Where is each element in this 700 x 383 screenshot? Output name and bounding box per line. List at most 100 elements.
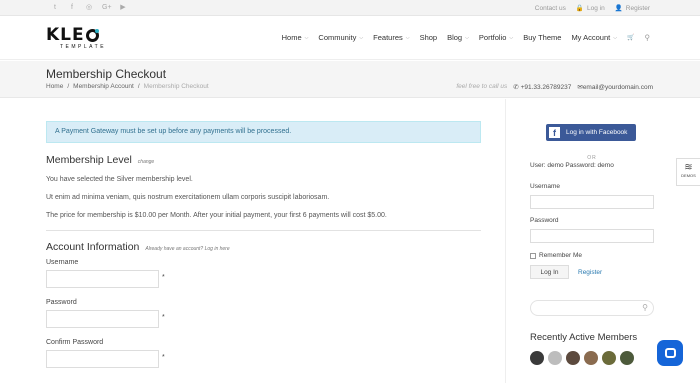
layers-icon: ≋ — [684, 162, 693, 173]
nav-item-buy-theme[interactable]: Buy Theme — [523, 33, 561, 42]
username-input[interactable] — [46, 270, 159, 288]
chat-icon — [664, 348, 676, 358]
logo-subtext: TEMPLATE — [60, 44, 107, 50]
member-avatar[interactable] — [602, 351, 616, 365]
sidebar-username-input[interactable] — [530, 195, 654, 209]
remember-label: Remember Me — [539, 252, 582, 259]
demo-credentials: User: demo Password: demo — [530, 162, 614, 169]
remember-checkbox[interactable] — [530, 252, 536, 259]
nav-item-shop[interactable]: Shop — [420, 33, 438, 42]
or-separator: OR — [587, 155, 597, 161]
selected-level-text: You have selected the Silver membership … — [46, 176, 193, 183]
nav-item-label: My Account — [571, 33, 611, 42]
user-icon: 👤 — [614, 5, 623, 12]
change-level-link[interactable]: change — [138, 159, 154, 165]
nav-item-community[interactable]: Community ⌵ — [318, 33, 363, 42]
password-input[interactable] — [46, 310, 159, 328]
breadcrumb-membership-account[interactable]: Membership Account — [73, 83, 134, 90]
dribbble-icon[interactable]: ◎ — [85, 3, 93, 13]
breadcrumb: Home / Membership Account / Membership Che… — [46, 83, 209, 90]
nav-item-label: Home — [281, 33, 302, 42]
breadcrumb-separator: / — [67, 83, 70, 90]
register-link[interactable]: Register — [578, 269, 602, 276]
member-avatar[interactable] — [620, 351, 634, 365]
top-bar: t f ◎ G+ ▶ Contact us 🔒 Log in 👤 Register — [0, 0, 700, 16]
search-icon[interactable]: ⚲ — [645, 33, 651, 42]
login-here-link[interactable]: Already have an account? Log in here — [145, 246, 229, 252]
nav-item-features[interactable]: Features ⌵ — [373, 33, 409, 42]
nav-item-label: Blog — [447, 33, 463, 42]
facebook-icon[interactable]: f — [68, 3, 76, 13]
youtube-icon[interactable]: ▶ — [119, 3, 127, 13]
sidebar-password-label: Password — [530, 217, 559, 224]
twitter-icon[interactable]: t — [51, 3, 59, 13]
membership-level-heading: Membership Level change — [46, 154, 481, 166]
feel-free-text: feel free to call us — [456, 83, 508, 90]
top-links: Contact us 🔒 Log in 👤 Register — [535, 4, 650, 13]
member-avatar[interactable] — [566, 351, 580, 365]
nav-item-home[interactable]: Home ⌵ — [282, 33, 309, 42]
nav-item-label: Portfolio — [478, 33, 507, 42]
cart-icon[interactable]: 🛒 — [627, 34, 634, 41]
chevron-down-icon: ⌵ — [465, 34, 469, 41]
required-marker: * — [162, 273, 165, 281]
top-login-link[interactable]: 🔒 Log in — [576, 4, 605, 13]
nav-item-label: Community — [318, 33, 357, 42]
facebook-login-label: Log in with Facebook — [566, 129, 628, 136]
contact-us-link[interactable]: Contact us — [535, 4, 566, 12]
nav-item-my-account[interactable]: My Account ⌵ — [571, 33, 617, 42]
payment-gateway-alert: A Payment Gateway must be set up before … — [46, 121, 481, 143]
required-marker: * — [162, 313, 165, 321]
login-button[interactable]: Log In — [530, 265, 569, 279]
logo-text: KLE — [46, 25, 85, 45]
logo-o-mark — [85, 28, 99, 42]
sidebar: f Log in with Facebook OR User: demo Pas… — [530, 124, 654, 365]
main-nav: Home ⌵ Community ⌵ Features ⌵ Shop Blog ⌵ Portfol… — [272, 33, 650, 42]
email-value: email@yourdomain.com — [582, 84, 653, 91]
sidebar-username-label: Username — [530, 183, 560, 190]
sidebar-divider — [505, 99, 506, 383]
facebook-icon: f — [549, 127, 560, 138]
password-label: Password — [46, 299, 77, 306]
account-info-title: Account Information — [46, 241, 140, 253]
level-description: Ut enim ad minima veniam, quis nostrum e… — [46, 194, 330, 201]
price-text: The price for membership is $10.00 per M… — [46, 212, 387, 219]
sidebar-password-input[interactable] — [530, 229, 654, 243]
account-info-heading: Account Information Already have an acco… — [46, 241, 481, 253]
confirm-password-label: Confirm Password — [46, 339, 104, 346]
email-address[interactable]: ✉email@yourdomain.com — [577, 83, 653, 91]
divider — [46, 230, 481, 231]
chevron-down-icon: ⌵ — [405, 34, 410, 41]
search-icon[interactable]: ⚲ — [642, 303, 648, 312]
chevron-down-icon: ⌵ — [304, 34, 309, 41]
google-plus-icon[interactable]: G+ — [102, 3, 112, 13]
sidebar-search-input[interactable]: ⚲ — [530, 300, 654, 316]
chat-button[interactable] — [657, 340, 683, 366]
site-header: KLE TEMPLATE Home ⌵ Community ⌵ Features ⌵ Sho… — [0, 16, 700, 60]
member-avatar[interactable] — [530, 351, 544, 365]
checkout-form: A Payment Gateway must be set up before … — [46, 121, 481, 368]
chevron-down-icon: ⌵ — [613, 34, 618, 41]
confirm-password-input[interactable] — [46, 350, 159, 368]
member-avatar[interactable] — [548, 351, 562, 365]
top-register-link[interactable]: 👤 Register — [614, 4, 650, 13]
demos-label: DEMOS — [681, 173, 696, 178]
recent-members-heading: Recently Active Members — [530, 332, 638, 343]
username-label: Username — [46, 259, 79, 266]
contact-info: feel free to call us ✆ +91.33.26789237 ✉… — [456, 83, 653, 91]
phone-number: ✆ +91.33.26789237 — [513, 84, 572, 91]
breadcrumb-separator: / — [137, 83, 140, 90]
nav-item-label: Features — [373, 33, 403, 42]
nav-item-label: Shop — [419, 33, 438, 42]
chevron-down-icon: ⌵ — [509, 34, 514, 41]
facebook-login-button[interactable]: f Log in with Facebook — [546, 124, 636, 141]
nav-item-portfolio[interactable]: Portfolio ⌵ — [479, 33, 513, 42]
demos-tab[interactable]: ≋ DEMOS — [676, 158, 700, 186]
nav-item-blog[interactable]: Blog ⌵ — [447, 33, 469, 42]
member-avatar[interactable] — [584, 351, 598, 365]
site-logo[interactable]: KLE TEMPLATE — [46, 26, 106, 50]
remember-me[interactable]: Remember Me — [530, 252, 654, 259]
breadcrumb-home[interactable]: Home — [46, 83, 63, 90]
required-marker: * — [162, 353, 165, 361]
recent-members-list — [530, 351, 654, 365]
